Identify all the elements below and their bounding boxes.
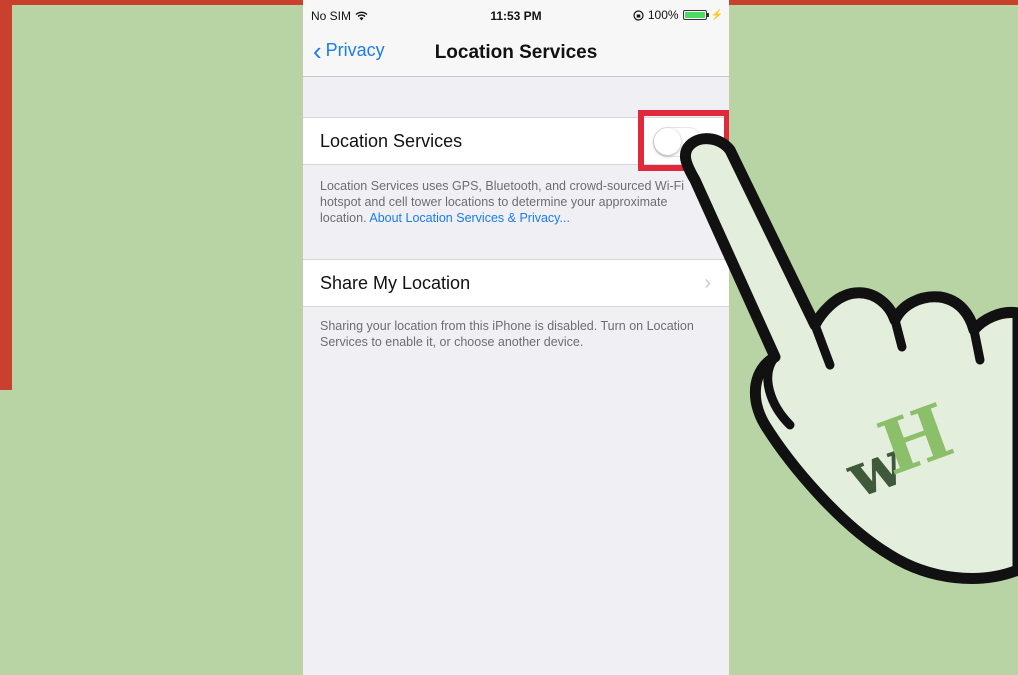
lock-rotation-icon xyxy=(633,9,644,21)
red-border-left xyxy=(0,0,12,390)
charging-icon: ⚡ xyxy=(710,9,723,21)
navigation-bar: ‹ Privacy Location Services xyxy=(303,30,729,77)
about-location-privacy-link[interactable]: About Location Services & Privacy... xyxy=(369,211,570,225)
location-services-label: Location Services xyxy=(320,131,463,151)
page-title: Location Services xyxy=(434,42,598,63)
battery-icon xyxy=(682,10,709,20)
status-bar: No SIM 11:53 PM 100% ⚡ xyxy=(303,0,729,30)
battery-percent: 100% xyxy=(647,8,679,22)
status-right: 100% ⚡ xyxy=(633,8,723,22)
share-my-location-label: Share My Location xyxy=(320,273,471,293)
pointing-hand-icon: w H xyxy=(679,133,1018,584)
